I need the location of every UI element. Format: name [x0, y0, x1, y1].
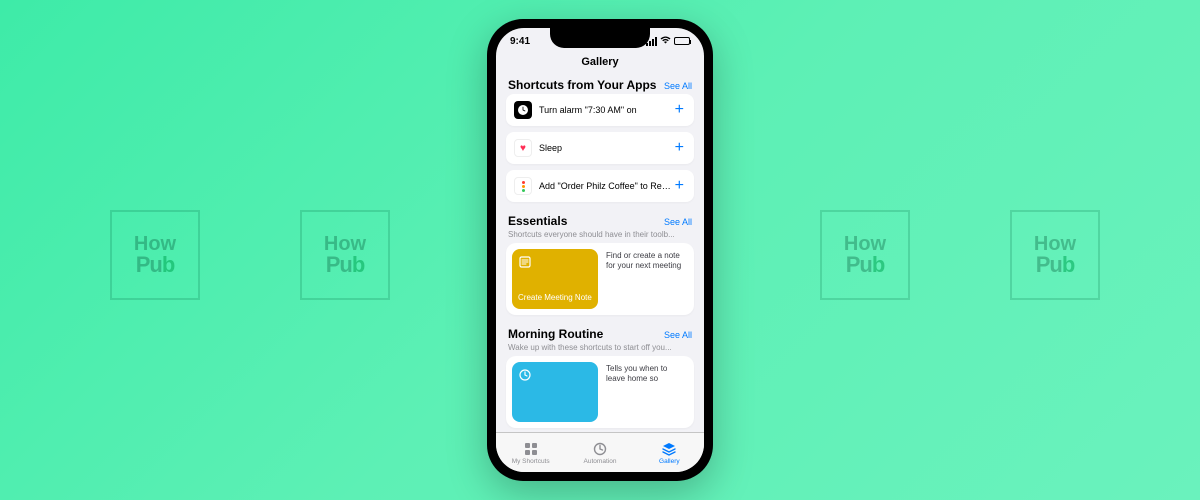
health-icon: ♥	[514, 139, 532, 157]
tab-label: Automation	[584, 458, 617, 465]
phone-screen: 9:41 Gallery Shortcuts from Your Apps Se…	[496, 28, 704, 472]
automation-icon	[592, 441, 608, 457]
phone-frame: 9:41 Gallery Shortcuts from Your Apps Se…	[487, 19, 713, 481]
section-title: Morning Routine	[508, 327, 603, 341]
tile-title: Create Meeting Note	[518, 294, 592, 303]
clock-icon	[518, 368, 532, 382]
section-subtitle: Wake up with these shortcuts to start of…	[506, 343, 694, 356]
tab-my-shortcuts[interactable]: My Shortcuts	[496, 433, 565, 472]
shortcut-tile: Create Meeting Note	[512, 249, 598, 309]
watermark-logo: HowPub	[820, 210, 910, 300]
shortcut-label: Add "Order Philz Coffee" to Remin...	[539, 181, 673, 191]
note-icon	[518, 255, 532, 269]
shortcut-row[interactable]: Turn alarm "7:30 AM" on +	[506, 94, 694, 126]
section-essentials: Essentials See All Shortcuts everyone sh…	[496, 210, 704, 315]
add-button[interactable]: +	[673, 177, 686, 195]
tab-automation[interactable]: Automation	[565, 433, 634, 472]
shortcut-card[interactable]: Tells you when to leave home so	[506, 356, 694, 428]
tab-gallery[interactable]: Gallery	[635, 433, 704, 472]
tile-description: Find or create a note for your next meet…	[606, 249, 688, 309]
tile-description: Tells you when to leave home so	[606, 362, 688, 422]
status-indicators	[646, 36, 690, 46]
status-time: 9:41	[510, 36, 530, 47]
shortcut-tile	[512, 362, 598, 422]
gallery-content[interactable]: Shortcuts from Your Apps See All Turn al…	[496, 74, 704, 432]
section-title: Shortcuts from Your Apps	[508, 78, 656, 92]
clock-icon	[514, 101, 532, 119]
shortcut-row[interactable]: Add "Order Philz Coffee" to Remin... +	[506, 170, 694, 202]
phone-notch	[550, 28, 650, 48]
watermark-logo: HowPub	[110, 210, 200, 300]
tab-label: My Shortcuts	[512, 458, 550, 465]
tab-label: Gallery	[659, 458, 680, 465]
see-all-link[interactable]: See All	[664, 81, 692, 91]
reminders-icon	[514, 177, 532, 195]
shortcut-label: Turn alarm "7:30 AM" on	[539, 105, 673, 115]
battery-icon	[674, 37, 690, 45]
tab-bar: My Shortcuts Automation Gallery	[496, 432, 704, 472]
add-button[interactable]: +	[673, 101, 686, 119]
grid-icon	[523, 441, 539, 457]
section-title: Essentials	[508, 214, 567, 228]
wifi-icon	[660, 36, 671, 46]
watermark-logo: HowPub	[1010, 210, 1100, 300]
shortcut-row[interactable]: ♥ Sleep +	[506, 132, 694, 164]
gallery-icon	[661, 441, 677, 457]
watermark-logo: HowPub	[300, 210, 390, 300]
page-title: Gallery	[496, 54, 704, 74]
add-button[interactable]: +	[673, 139, 686, 157]
section-subtitle: Shortcuts everyone should have in their …	[506, 230, 694, 243]
section-shortcuts-from-apps: Shortcuts from Your Apps See All Turn al…	[496, 74, 704, 202]
see-all-link[interactable]: See All	[664, 217, 692, 227]
section-morning-routine: Morning Routine See All Wake up with the…	[496, 323, 704, 428]
see-all-link[interactable]: See All	[664, 330, 692, 340]
shortcut-card[interactable]: Create Meeting Note Find or create a not…	[506, 243, 694, 315]
shortcut-label: Sleep	[539, 143, 673, 153]
